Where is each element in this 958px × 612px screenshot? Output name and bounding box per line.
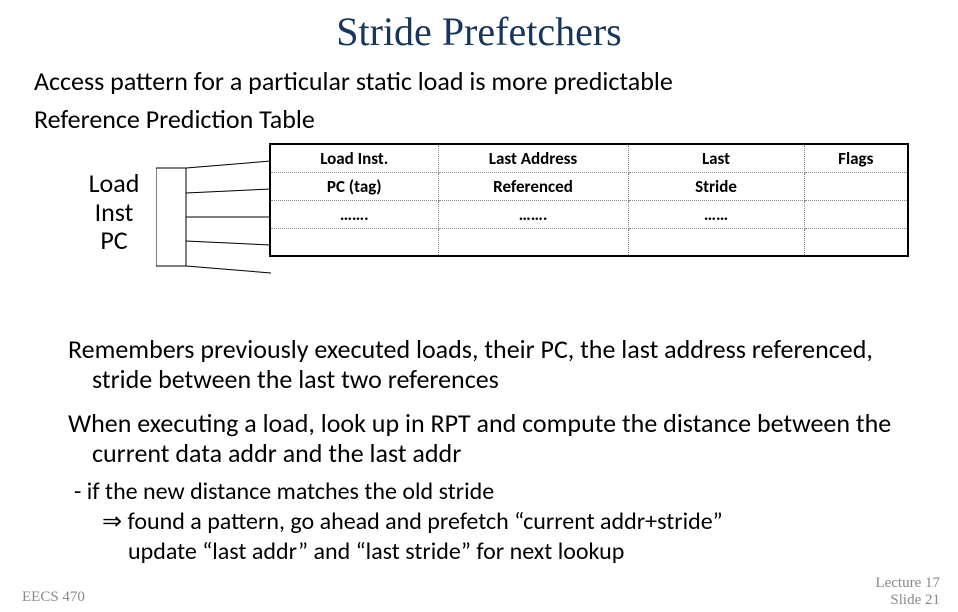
paragraph-when-executing: When executing a load, look up in RPT an… (0, 409, 958, 469)
bullet-if-distance: - if the new distance matches the old st… (74, 477, 494, 506)
table-row (270, 228, 908, 256)
bullet-found-pattern-text: found a pattern, go ahead and prefetch “… (122, 507, 723, 536)
page-title: Stride Prefetchers (0, 0, 958, 55)
cell-dots: ……. (438, 200, 628, 228)
cell-last: Last (628, 144, 804, 172)
cell-dots: ……. (270, 200, 438, 228)
paragraph-remembers: Remembers previously executed loads, the… (0, 335, 958, 395)
footer-course: EECS 470 (22, 589, 85, 606)
rpt-heading: Reference Prediction Table (0, 97, 958, 135)
cell-empty (438, 228, 628, 256)
cell-empty (270, 228, 438, 256)
bullet-list: - if the new distance matches the old st… (0, 469, 958, 567)
slide: Stride Prefetchers Access pattern for a … (0, 0, 958, 612)
cell-referenced: Referenced (438, 172, 628, 200)
table-row: Load Inst. Last Address Last Flags (270, 144, 908, 172)
footer-slide: Slide 21 (875, 592, 940, 609)
cell-load-inst: Load Inst. (270, 144, 438, 172)
footer-lecture: Lecture 17 (875, 575, 940, 592)
load-pc-line2: Inst (74, 198, 154, 227)
load-inst-pc-label: Load Inst PC (74, 169, 154, 255)
cell-last-address: Last Address (438, 144, 628, 172)
bullet-found-pattern: ⇒ found a pattern, go ahead and prefetch… (74, 507, 924, 537)
reference-prediction-table: Load Inst. Last Address Last Flags PC (t… (269, 143, 909, 257)
para1-text: Remembers previously executed loads, the… (34, 335, 924, 395)
cell-empty (804, 172, 908, 200)
cell-dots: …… (628, 200, 804, 228)
para2-text: When executing a load, look up in RPT an… (34, 409, 924, 469)
rpt-diagram: Load Inst PC Load Inst. Last Address Las… (34, 143, 924, 301)
cell-pc-tag: PC (tag) (270, 172, 438, 200)
cell-empty (804, 200, 908, 228)
load-pc-line3: PC (74, 226, 154, 255)
cell-flags: Flags (804, 144, 908, 172)
table-row: PC (tag) Referenced Stride (270, 172, 908, 200)
table-row: ……. ……. …… (270, 200, 908, 228)
bullet-update: update “last addr” and “last stride” for… (74, 537, 924, 567)
load-pc-line1: Load (74, 169, 154, 198)
cell-empty (628, 228, 804, 256)
subtitle: Access pattern for a particular static l… (0, 55, 958, 97)
implies-icon: ⇒ (102, 509, 122, 535)
cell-empty (804, 228, 908, 256)
cell-stride: Stride (628, 172, 804, 200)
footer-lecture-slide: Lecture 17 Slide 21 (875, 575, 940, 608)
